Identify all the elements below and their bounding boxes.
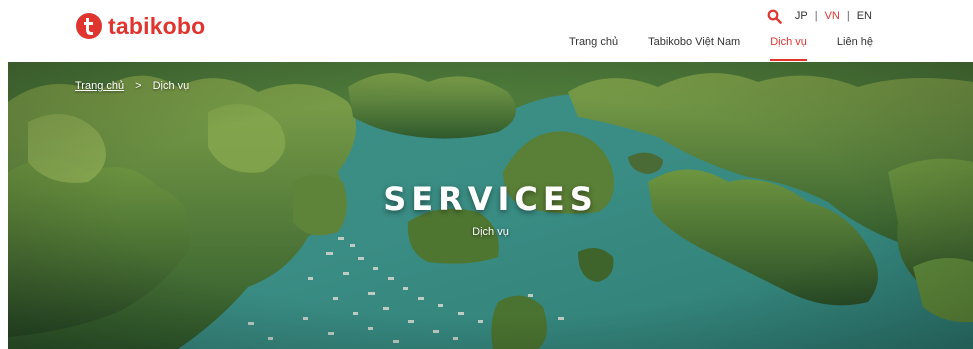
lang-separator: |	[814, 10, 818, 22]
search-icon[interactable]	[767, 9, 782, 24]
lang-separator: |	[846, 10, 850, 22]
breadcrumb-current: Dịch vụ	[152, 80, 190, 92]
lang-vn[interactable]: VN	[824, 10, 841, 22]
lang-jp[interactable]: JP	[794, 10, 809, 22]
breadcrumb-home-link[interactable]: Trang chủ	[75, 80, 124, 92]
lang-en[interactable]: EN	[856, 10, 873, 22]
breadcrumb: Trang chủ > Dịch vụ	[75, 80, 189, 92]
page-title: SERVICES	[383, 180, 598, 218]
nav-item-contact[interactable]: Liên hệ	[837, 36, 873, 62]
nav-item-home[interactable]: Trang chủ	[569, 36, 618, 62]
language-bar: JP | VN | EN	[767, 8, 873, 24]
logo[interactable]: tabikobo	[76, 12, 205, 40]
main-nav: Trang chủ Tabikobo Việt Nam Dịch vụ Liên…	[569, 36, 873, 62]
site-header: tabikobo JP | VN | EN Trang chủ Tabikobo…	[0, 0, 973, 62]
hero-banner: Trang chủ > Dịch vụ SERVICES Dịch vụ	[8, 62, 973, 349]
page-subtitle: Dịch vụ	[472, 226, 509, 238]
nav-item-services[interactable]: Dịch vụ	[770, 36, 807, 62]
nav-item-tabikobo-vietnam[interactable]: Tabikobo Việt Nam	[648, 36, 740, 62]
tabikobo-logo-icon	[76, 13, 102, 39]
breadcrumb-separator: >	[135, 80, 142, 92]
logo-text: tabikobo	[108, 12, 206, 39]
